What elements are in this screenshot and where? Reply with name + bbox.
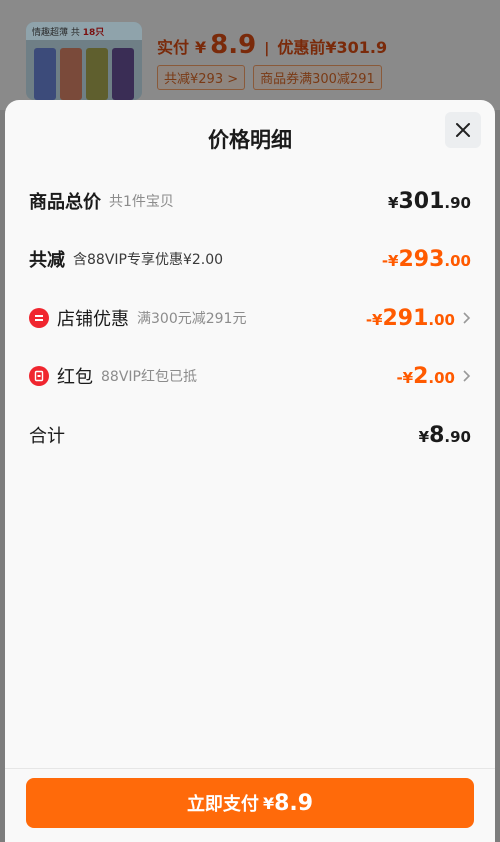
row-label: 合计: [29, 426, 65, 447]
pay-button-label: 立即支付: [186, 794, 259, 815]
pay-button-yen: ¥: [262, 793, 275, 813]
row-label: 红包: [57, 367, 93, 388]
row-label: 共减: [29, 250, 65, 271]
row-amount: ¥ 301 .90: [388, 188, 471, 214]
row-amount: -¥ 291 .00: [366, 306, 471, 331]
pay-now-button[interactable]: 立即支付 ¥ 8.9: [26, 778, 474, 828]
order-summary-header: 情趣超薄 共 18只 实付 ¥ 8.9 | 优惠前¥301.9 共减¥293 >…: [0, 0, 500, 110]
row-red-packet[interactable]: 红包 88VIP红包已抵 -¥ 2 .00: [29, 361, 471, 391]
pay-separator: |: [264, 41, 270, 57]
row-amount: ¥ 8 .90: [418, 422, 471, 448]
product-thumbnail: 情趣超薄 共 18只: [26, 22, 142, 100]
row-note: 共1件宝贝: [109, 194, 174, 210]
row-note: 满300元减291元: [137, 311, 247, 327]
chevron-right-icon: [463, 312, 471, 324]
row-product-total: 商品总价 共1件宝贝 ¥ 301 .90: [29, 186, 471, 216]
discount-chips: 共减¥293 > 商品券满300减291: [157, 65, 382, 90]
actual-pay-label: 实付: [157, 38, 190, 57]
row-total-discount: 共减 含88VIP专享优惠¥2.00 -¥ 293 .00: [29, 244, 471, 274]
row-label: 店铺优惠: [57, 309, 129, 330]
store-icon: [29, 308, 49, 328]
actual-pay-yen: ¥: [195, 38, 207, 57]
row-label: 商品总价: [29, 192, 101, 213]
close-icon: [456, 123, 470, 137]
before-discount-price: 优惠前¥301.9: [277, 38, 388, 57]
pay-button-amount: 8.9: [274, 790, 314, 816]
close-button[interactable]: [445, 112, 481, 148]
red-packet-icon: [29, 366, 49, 386]
actual-pay-amount: 8.9: [210, 30, 257, 60]
thumbnail-image: [34, 48, 134, 100]
thumbnail-label: 情趣超薄 共 18只: [26, 22, 142, 40]
price-detail-sheet: 价格明细 商品总价 共1件宝贝 ¥ 301 .90 共减 含88VIP专享优惠¥…: [5, 100, 495, 842]
row-store-discount[interactable]: 店铺优惠 满300元减291元 -¥ 291 .00: [29, 303, 471, 333]
footer-divider: [5, 768, 495, 769]
row-note: 88VIP红包已抵: [101, 369, 197, 385]
coupon-chip: 商品券满300减291: [253, 65, 382, 90]
chevron-right-icon: [463, 370, 471, 382]
row-amount: -¥ 293 .00: [381, 246, 471, 272]
total-discount-chip[interactable]: 共减¥293 >: [157, 65, 246, 90]
row-note: 含88VIP专享优惠¥2.00: [73, 252, 224, 268]
sheet-title: 价格明细: [208, 128, 292, 152]
row-amount: -¥ 2 .00: [396, 364, 471, 389]
thumbnail-qty-label: 共: [70, 28, 80, 38]
actual-pay-line: 实付 ¥ 8.9 | 优惠前¥301.9: [157, 30, 387, 60]
thumbnail-title: 情趣超薄: [32, 28, 69, 38]
row-grand-total: 合计 ¥ 8 .90: [29, 420, 471, 450]
thumbnail-qty-value: 18只: [82, 28, 105, 38]
